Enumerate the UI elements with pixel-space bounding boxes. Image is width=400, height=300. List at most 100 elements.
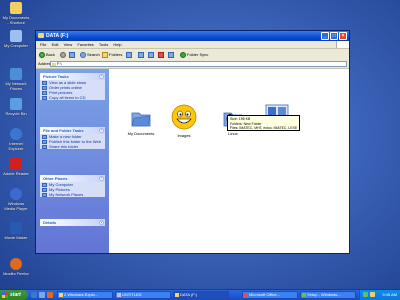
back-button[interactable]: ‹ Back [39, 51, 55, 58]
back-label: Back [46, 52, 55, 57]
undo-icon [168, 51, 174, 58]
place-network[interactable]: My Network Places [40, 192, 105, 197]
menu-file[interactable]: File [40, 42, 46, 47]
taskbar-button-active[interactable]: DATA (F:) [173, 291, 229, 299]
search-label: Search [87, 52, 100, 57]
views-button[interactable] [126, 51, 132, 58]
ie-quicklaunch-icon[interactable] [31, 292, 37, 298]
address-input[interactable]: F:\ [50, 61, 347, 67]
documents-icon [10, 2, 22, 14]
move-icon [138, 51, 144, 58]
forward-arrow-icon: › [60, 51, 66, 58]
task-pane: Picture Tasks ^ View as a slide show Ord… [36, 69, 109, 253]
file-item[interactable]: Images [165, 103, 203, 138]
panel-header[interactable]: File and Folder Tasks ^ [40, 127, 105, 134]
chevron-up-icon[interactable]: ^ [99, 176, 104, 181]
desktop-icon-ie[interactable]: Internet Explorer [2, 128, 30, 151]
copy-icon [148, 51, 154, 58]
desktop-icon-movie-maker[interactable]: Movie Maker [2, 222, 30, 240]
task-label: 2 Windows Explo... [64, 292, 99, 297]
windows-flag-icon [2, 292, 8, 298]
desktop-icon-documents[interactable]: My Documents - Shortcut [2, 2, 30, 25]
desktop-icon-computer[interactable]: My Computer [2, 30, 30, 48]
taskbar-button[interactable]: 2 Windows Explo... [57, 291, 113, 299]
menu-tools[interactable]: Tools [99, 42, 108, 47]
up-button[interactable] [69, 51, 75, 58]
folder-up-icon [69, 51, 75, 58]
desktop-icon-firefox[interactable]: Mozilla Firefox [2, 258, 30, 276]
desktop-icon-adobe[interactable]: Adobe Reader [2, 158, 30, 176]
menu-view[interactable]: View [64, 42, 73, 47]
network-icon [10, 68, 22, 80]
share-icon [42, 145, 47, 149]
file-folder-tasks-panel: File and Folder Tasks ^ Make a new folde… [40, 127, 105, 149]
panel-title: Picture Tasks [43, 74, 69, 79]
desktop-icon-label: My Computer [3, 43, 28, 48]
panel-title: Details [43, 220, 57, 225]
clock[interactable]: 9:45 AM [382, 290, 397, 300]
task-copy-to-cd[interactable]: Copy all items to CD [40, 95, 105, 100]
menu-help[interactable]: Help [113, 42, 121, 47]
undo-button[interactable] [168, 51, 174, 58]
menu-edit[interactable]: Edit [52, 42, 59, 47]
desktop-icon-recycle-bin[interactable]: Recycle Bin [2, 98, 30, 116]
chevron-up-icon[interactable]: ^ [99, 74, 104, 79]
menu-favorites[interactable]: Favorites [77, 42, 93, 47]
taskbar: start 2 Windows Explo... UNTITLED DATA (… [0, 289, 400, 300]
firefox-icon [10, 258, 22, 270]
folder-sync-button[interactable]: Folder Sync [180, 51, 208, 58]
desktop-icon-media-player[interactable]: Windows Media Player [2, 188, 30, 211]
network-icon [42, 193, 47, 197]
task-label: Microsoft Office... [249, 292, 281, 297]
menu-bar: File Edit View Favorites Tools Help [36, 41, 349, 49]
desktop-icon-label: Internet Explorer [8, 141, 24, 151]
search-button[interactable]: Search [80, 51, 100, 58]
back-arrow-icon: ‹ [39, 51, 45, 58]
show-desktop-icon[interactable] [39, 292, 45, 298]
firefox-quicklaunch-icon[interactable] [47, 292, 53, 298]
folders-button[interactable]: Folders [102, 51, 122, 58]
recycle-bin-icon [10, 98, 22, 110]
system-tray: 9:45 AM [359, 290, 400, 300]
search-icon [80, 51, 86, 58]
taskbar-button[interactable]: UNTITLED [115, 291, 171, 299]
file-label: Images [177, 133, 191, 138]
desktop-icon-label: Windows Media Player [4, 201, 28, 211]
panel-header[interactable]: Details v [40, 219, 105, 226]
title-bar[interactable]: DATA (F:) _ □ × [36, 31, 349, 41]
start-button[interactable]: start [0, 290, 28, 300]
maximize-button[interactable]: □ [330, 32, 338, 40]
file-item[interactable]: My Documents [122, 107, 160, 136]
minimize-button[interactable]: _ [321, 32, 329, 40]
desktop-icon-network[interactable]: My Network Places [2, 68, 30, 91]
sync-icon [180, 51, 186, 58]
copy-button[interactable] [148, 51, 154, 58]
volume-tray-icon[interactable] [370, 292, 375, 297]
chevron-up-icon[interactable]: ^ [99, 128, 104, 133]
network-tray-icon[interactable] [363, 292, 368, 297]
picture-tasks-panel: Picture Tasks ^ View as a slide show Ord… [40, 73, 105, 100]
panel-header[interactable]: Picture Tasks ^ [40, 73, 105, 80]
folder-icon [59, 293, 63, 297]
start-label: start [10, 292, 21, 298]
desktop-icon-label: Movie Maker [4, 235, 28, 240]
task-share-folder[interactable]: Share this folder [40, 144, 105, 149]
views-icon [126, 51, 132, 58]
folder-icon [131, 112, 151, 127]
close-button[interactable]: × [339, 32, 347, 40]
forward-button[interactable]: › [60, 51, 66, 58]
panel-header[interactable]: Other Places ^ [40, 175, 105, 182]
folder-icon [38, 33, 44, 38]
folder-sync-label: Folder Sync [187, 52, 209, 57]
drive-icon [52, 63, 56, 66]
delete-button[interactable] [158, 51, 164, 58]
taskbar-button[interactable]: Setup - Windows... [300, 291, 356, 299]
desktop-icon-label: Recycle Bin [5, 111, 27, 116]
address-bar: Address F:\ [36, 60, 349, 69]
chevron-down-icon[interactable]: v [99, 220, 104, 225]
window-title: DATA (F:) [46, 33, 69, 39]
taskbar-button[interactable]: Microsoft Office... [242, 291, 298, 299]
move-button[interactable] [138, 51, 144, 58]
cd-icon [42, 96, 47, 100]
desktop-icon-label: Mozilla Firefox [3, 271, 29, 276]
